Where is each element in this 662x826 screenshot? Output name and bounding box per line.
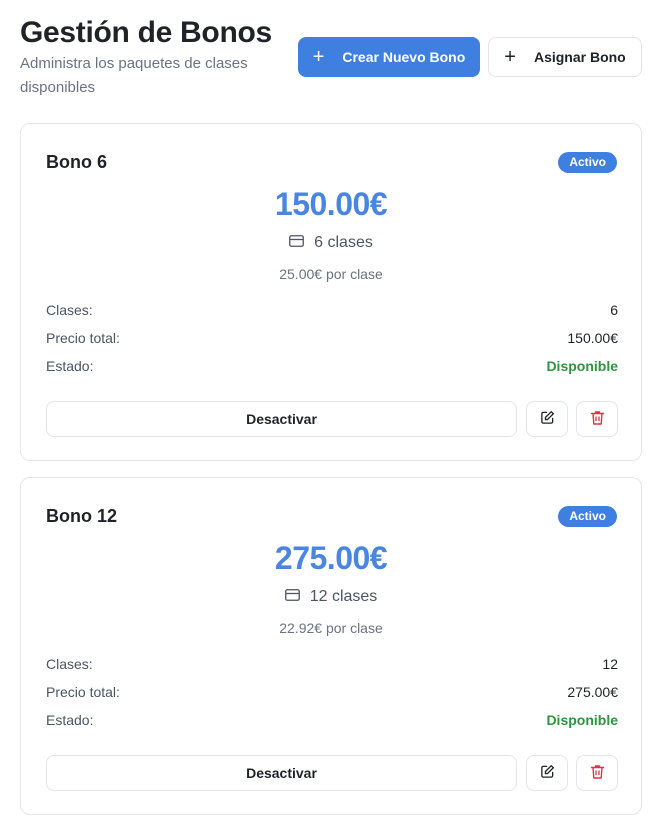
page-title: Gestión de Bonos	[20, 16, 272, 49]
page-subtitle: Administra los paquetes de clases dispon…	[20, 55, 248, 96]
classes-count-line: 6 clases	[21, 234, 641, 252]
deactivate-button[interactable]: Desactivar	[46, 755, 517, 791]
trash-icon	[590, 410, 605, 429]
status-value: Disponible	[546, 712, 618, 728]
detail-label: Precio total:	[46, 684, 120, 700]
delete-button[interactable]	[576, 401, 618, 437]
detail-value: 275.00€	[567, 684, 618, 700]
price-per-class: 25.00€ por clase	[279, 266, 383, 282]
assign-bono-button[interactable]: + Asignar Bono	[488, 37, 642, 77]
detail-row-status: Estado: Disponible	[46, 358, 618, 374]
bono-name: Bono 12	[46, 506, 118, 526]
detail-label: Clases:	[46, 656, 93, 672]
detail-row-total: Precio total: 150.00€	[46, 330, 618, 346]
bono-price: 150.00€	[274, 186, 388, 222]
status-badge: Activo	[558, 506, 617, 527]
bono-name: Bono 6	[46, 152, 107, 172]
edit-button[interactable]	[526, 401, 568, 437]
edit-icon	[540, 410, 555, 428]
create-bono-button[interactable]: + Crear Nuevo Bono	[298, 37, 480, 77]
delete-button[interactable]	[576, 755, 618, 791]
detail-row-classes: Clases: 12	[46, 656, 618, 672]
bono-card: Bono 12 Activo 275.00€ 12 clases 22.92€ …	[20, 477, 642, 815]
edit-button[interactable]	[526, 755, 568, 791]
detail-label: Clases:	[46, 302, 93, 318]
bono-price: 275.00€	[274, 540, 388, 576]
status-value: Disponible	[546, 358, 618, 374]
detail-value: 150.00€	[567, 330, 618, 346]
card-icon	[284, 588, 300, 606]
deactivate-button[interactable]: Desactivar	[46, 401, 517, 437]
bono-card: Bono 6 Activo 150.00€ 6 clases 25.00€ po…	[20, 123, 642, 461]
card-icon	[289, 234, 305, 252]
create-bono-label: Crear Nuevo Bono	[342, 49, 466, 65]
price-per-class: 22.92€ por clase	[279, 620, 383, 636]
classes-count: 12 clases	[309, 588, 378, 605]
detail-label: Estado:	[46, 358, 94, 374]
detail-value: 6	[610, 302, 618, 318]
detail-row-classes: Clases: 6	[46, 302, 618, 318]
detail-row-status: Estado: Disponible	[46, 712, 618, 728]
detail-value: 12	[602, 656, 618, 672]
classes-count-line: 12 clases	[21, 588, 641, 606]
plus-icon: +	[312, 46, 325, 68]
status-badge: Activo	[558, 152, 617, 173]
classes-count: 6 clases	[314, 234, 373, 251]
plus-icon: +	[504, 46, 516, 68]
detail-label: Estado:	[46, 712, 94, 728]
detail-label: Precio total:	[46, 330, 120, 346]
trash-icon	[590, 764, 605, 783]
edit-icon	[540, 764, 555, 782]
page-header: Gestión de Bonos Administra los paquetes…	[20, 14, 642, 104]
assign-bono-label: Asignar Bono	[533, 49, 626, 65]
detail-row-total: Precio total: 275.00€	[46, 684, 618, 700]
